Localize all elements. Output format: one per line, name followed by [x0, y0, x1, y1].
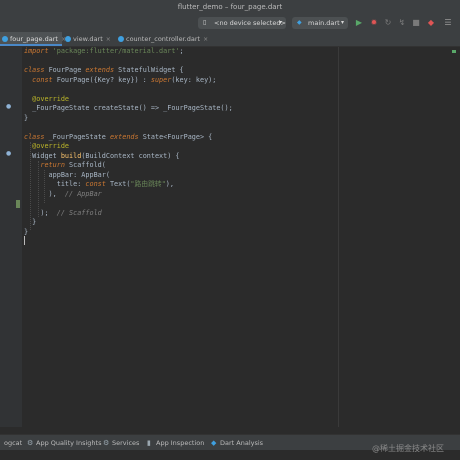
code-line: @override [24, 142, 70, 150]
device-selector[interactable]: ▯ <no device selected> ▾ [198, 17, 286, 29]
code-line: ); // Scaffold [24, 208, 102, 217]
window-title: flutter_demo – four_page.dart [0, 0, 460, 14]
hot-reload-button[interactable]: ↯ [397, 18, 407, 28]
dart-icon: ◆ [211, 439, 217, 447]
quality-icon: ⚙ [27, 439, 34, 447]
phone-icon: ▯ [203, 19, 207, 26]
close-icon[interactable]: × [203, 36, 208, 43]
stop-button[interactable]: ■ [411, 18, 421, 28]
dart-file-icon [2, 36, 8, 42]
run-config-label: main.dart [308, 19, 340, 27]
inspection-ok-indicator[interactable] [452, 50, 456, 53]
tab-view[interactable]: view.dart × [63, 32, 115, 46]
tool-app-quality-insights[interactable]: ⚙ App Quality Insights [26, 435, 101, 451]
device-manager-button[interactable]: ◆ [426, 18, 436, 28]
attach-button[interactable]: ↻ [383, 18, 393, 28]
close-icon[interactable]: × [106, 36, 111, 43]
tool-logcat[interactable]: ogcat [0, 435, 22, 451]
code-line: } [24, 218, 37, 226]
code-line: class FourPage extends StatefulWidget { [24, 66, 184, 74]
services-icon: ⚙ [103, 439, 110, 447]
text-caret [24, 236, 25, 245]
editor-tabs: four_page.dart × view.dart × counter_contr… [0, 32, 460, 47]
device-selector-label: <no device selected> [214, 19, 286, 27]
code-line: class _FourPageState extends State<FourP… [24, 132, 213, 141]
chevron-down-icon: ▾ [340, 19, 344, 26]
code-line: } [24, 113, 29, 122]
code-line: Widget build(BuildContext context) { [24, 151, 180, 160]
inspection-icon: ▮ [147, 439, 151, 447]
toolbar: ▯ <no device selected> ▾ ◆ main.dart ▾ ▶… [0, 14, 460, 32]
more-menu-icon[interactable]: ☰ [443, 18, 453, 28]
chevron-down-icon: ▾ [278, 19, 282, 26]
change-marker [16, 200, 20, 208]
code-line: @override [24, 94, 70, 103]
tool-dart-analysis[interactable]: ◆ Dart Analysis [210, 435, 263, 451]
run-config-selector[interactable]: ◆ main.dart ▾ [292, 17, 348, 29]
code-line: import 'package:flutter/material.dart'; [24, 47, 184, 55]
tool-services[interactable]: ⚙ Services [102, 435, 139, 451]
tab-label: counter_controller.dart [126, 35, 201, 43]
tab-label: view.dart [73, 35, 103, 43]
override-marker-icon[interactable]: ● [6, 151, 12, 157]
tab-label: four_page.dart [10, 35, 58, 43]
run-button[interactable]: ▶ [354, 18, 364, 28]
dart-file-icon [65, 36, 71, 42]
code-line: appBar: AppBar( [24, 170, 110, 179]
code-line: title: const Text("路由跳转"), [24, 180, 174, 188]
gutter: ● ● [0, 47, 22, 427]
code-line: _FourPageState createState() => _FourPag… [24, 104, 233, 112]
tool-app-inspection[interactable]: ▮ App Inspection [146, 435, 204, 451]
code-line: const FourPage({Key? key}) : super(key: … [24, 75, 217, 84]
code-line: ), // AppBar [24, 189, 102, 198]
debug-button[interactable]: ✹ [369, 18, 379, 28]
watermark: @稀土掘金技术社区 [372, 444, 444, 453]
flutter-icon: ◆ [297, 19, 302, 26]
code-line: return Scaffold( [24, 161, 106, 169]
override-marker-icon[interactable]: ● [6, 104, 12, 110]
dart-file-icon [118, 36, 124, 42]
code-editor[interactable]: import 'package:flutter/material.dart'; … [22, 47, 460, 427]
tab-counter-controller[interactable]: counter_controller.dart × [116, 32, 222, 46]
tab-four-page[interactable]: four_page.dart × [0, 32, 66, 46]
